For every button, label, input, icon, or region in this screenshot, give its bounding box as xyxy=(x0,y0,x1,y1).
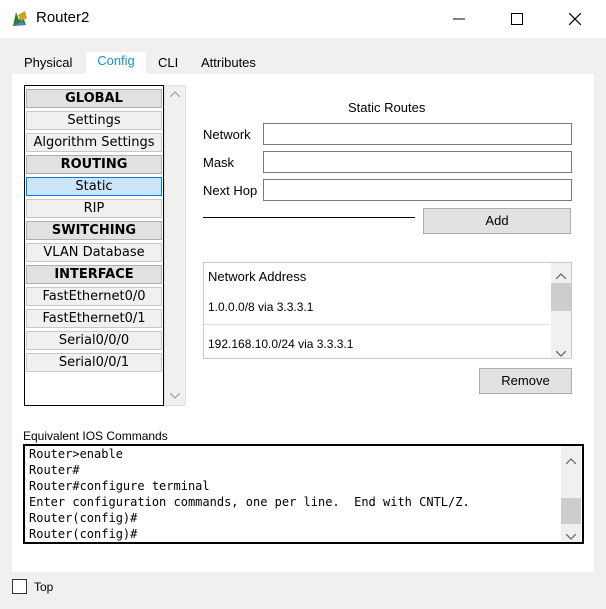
top-checkbox-label: Top xyxy=(34,580,54,594)
routes-list[interactable]: Network Address 1.0.0.0/8 via 3.3.3.1 19… xyxy=(203,262,572,359)
mask-label: Mask xyxy=(203,155,235,170)
console-line: Enter configuration commands, one per li… xyxy=(29,495,470,509)
scroll-up-icon[interactable] xyxy=(555,268,567,283)
maximize-icon xyxy=(511,13,523,25)
sidebar-item-fastethernet0-0[interactable]: FastEthernet0/0 xyxy=(26,287,162,306)
ios-commands-label: Equivalent IOS Commands xyxy=(23,429,168,443)
console-line: Router>enable xyxy=(29,447,123,461)
routes-list-header: Network Address xyxy=(208,269,307,284)
console-line: Router#configure terminal xyxy=(29,479,210,493)
route-item[interactable]: 1.0.0.0/8 via 3.3.3.1 xyxy=(208,300,313,314)
sidebar-item-algorithm-settings[interactable]: Algorithm Settings xyxy=(26,133,162,152)
top-checkbox[interactable] xyxy=(12,579,27,594)
add-button[interactable]: Add xyxy=(423,208,571,234)
sidebar-header-global: GLOBAL xyxy=(26,89,162,108)
tab-config[interactable]: Config xyxy=(86,52,146,76)
tab-config-label: Config xyxy=(97,53,135,68)
minimize-button[interactable] xyxy=(436,0,482,38)
sidebar-header-routing: ROUTING xyxy=(26,155,162,174)
network-label: Network xyxy=(203,127,251,142)
sidebar-item-serial0-0-1[interactable]: Serial0/0/1 xyxy=(26,353,162,372)
console-line: Router(config)# xyxy=(29,527,138,541)
console-line: Router# xyxy=(29,463,80,477)
console-scroll-thumb[interactable] xyxy=(561,498,581,524)
routes-scrollbar[interactable] xyxy=(551,263,571,358)
next-hop-label: Next Hop xyxy=(203,183,258,198)
routes-scroll-thumb[interactable] xyxy=(551,283,571,311)
sidebar-item-static[interactable]: Static xyxy=(26,177,162,196)
tab-cli[interactable]: CLI xyxy=(154,54,182,76)
remove-button[interactable]: Remove xyxy=(479,368,572,394)
title-bar: Router2 xyxy=(0,0,606,38)
sidebar-item-settings[interactable]: Settings xyxy=(26,111,162,130)
window-title: Router2 xyxy=(36,9,90,26)
close-icon xyxy=(569,13,581,25)
ios-commands-console[interactable]: Router>enable Router# Router#configure t… xyxy=(23,444,584,544)
scroll-down-icon[interactable] xyxy=(555,346,567,361)
mask-input[interactable] xyxy=(263,151,572,173)
router-app-icon xyxy=(10,9,30,29)
divider-line xyxy=(203,217,415,218)
scroll-down-icon[interactable] xyxy=(565,529,577,544)
next-hop-input[interactable] xyxy=(263,179,572,201)
console-scrollbar[interactable] xyxy=(561,446,581,542)
scroll-down-icon[interactable] xyxy=(165,391,185,402)
scroll-up-icon[interactable] xyxy=(565,453,577,468)
sidebar-header-switching: SWITCHING xyxy=(26,221,162,240)
sidebar-header-interface: INTERFACE xyxy=(26,265,162,284)
network-input[interactable] xyxy=(263,123,572,145)
route-item[interactable]: 192.168.10.0/24 via 3.3.3.1 xyxy=(208,337,353,351)
maximize-button[interactable] xyxy=(494,0,540,38)
sidebar-item-rip[interactable]: RIP xyxy=(26,199,162,218)
console-line: Router(config)# xyxy=(29,511,138,525)
sidebar-item-fastethernet0-1[interactable]: FastEthernet0/1 xyxy=(26,309,162,328)
sidebar-scrollbar[interactable] xyxy=(164,85,186,406)
static-routes-heading: Static Routes xyxy=(348,100,426,115)
config-sidebar: GLOBAL Settings Algorithm Settings ROUTI… xyxy=(24,85,164,406)
route-separator xyxy=(204,324,550,325)
tab-attributes[interactable]: Attributes xyxy=(197,54,260,76)
tab-physical[interactable]: Physical xyxy=(20,54,76,76)
close-button[interactable] xyxy=(552,0,598,38)
scroll-up-icon[interactable] xyxy=(165,89,185,100)
sidebar-item-serial0-0-0[interactable]: Serial0/0/0 xyxy=(26,331,162,350)
sidebar-item-vlan-database[interactable]: VLAN Database xyxy=(26,243,162,262)
minimize-icon xyxy=(453,18,465,20)
